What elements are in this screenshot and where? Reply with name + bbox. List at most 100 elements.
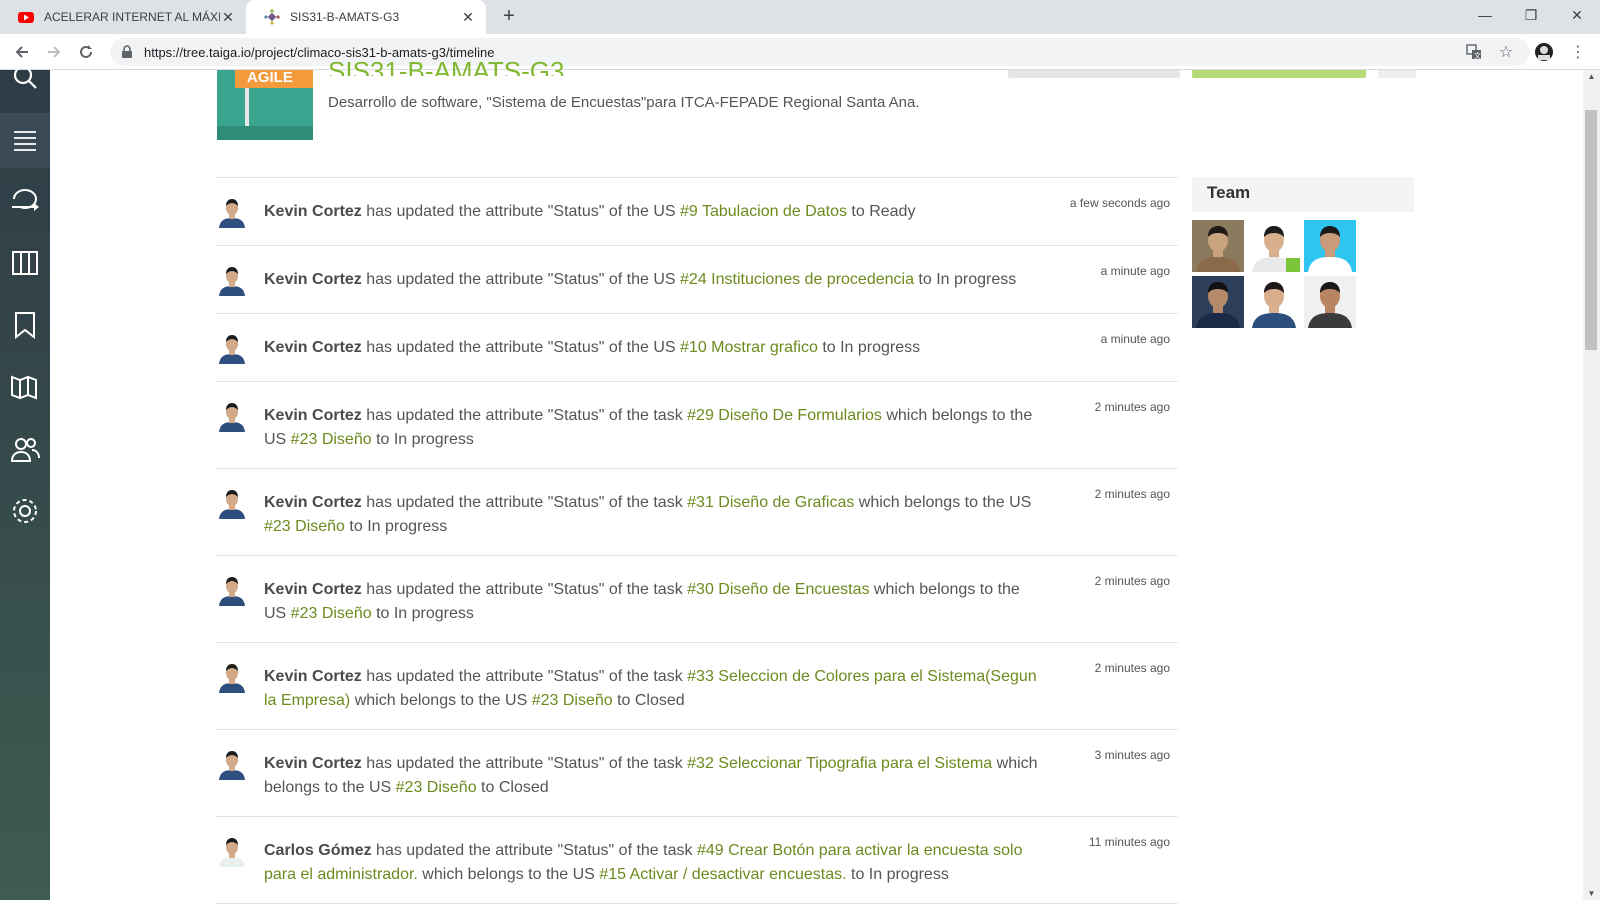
taiga-icon: [264, 9, 280, 25]
timeline-text: Kevin Cortez has updated the attribute "…: [264, 752, 1046, 800]
timeline-text-fragment: has updated the attribute "Status" of th…: [371, 842, 697, 859]
settings-icon[interactable]: [0, 486, 50, 536]
new-tab-button[interactable]: +: [498, 6, 520, 28]
user-avatar[interactable]: [216, 748, 248, 780]
timestamp: 2 minutes ago: [1094, 400, 1170, 414]
user-link[interactable]: Kevin Cortez: [264, 755, 362, 772]
user-link[interactable]: Kevin Cortez: [264, 407, 362, 424]
user-link[interactable]: Kevin Cortez: [264, 203, 362, 220]
project-logo-text: AGILE: [235, 70, 313, 88]
timeline-text-fragment: has updated the attribute "Status" of th…: [361, 494, 688, 511]
translate-icon[interactable]: 文: [1464, 42, 1484, 62]
user-avatar[interactable]: [216, 400, 248, 432]
item-link[interactable]: #32 Seleccionar Tipografia para el Siste…: [687, 755, 992, 772]
user-avatar[interactable]: [216, 332, 248, 364]
menu-icon[interactable]: [0, 113, 50, 168]
timeline-text-fragment: which belongs to the US: [854, 494, 1032, 511]
kanban-icon[interactable]: [0, 238, 50, 288]
item-link[interactable]: #29 Diseño De Formularios: [687, 407, 882, 424]
profile-avatar-icon[interactable]: [1534, 42, 1554, 62]
page-scrollbar[interactable]: ▲ ▼: [1583, 70, 1600, 900]
scroll-down-icon[interactable]: ▼: [1586, 889, 1597, 898]
user-avatar[interactable]: [216, 264, 248, 296]
timeline-text-fragment: has updated the attribute "Status" of th…: [361, 581, 688, 598]
item-link[interactable]: #23 Diseño: [396, 779, 477, 796]
user-avatar[interactable]: [216, 487, 248, 519]
item-link[interactable]: #24 Instituciones de procedencia: [680, 271, 914, 288]
timeline-item: Kevin Cortez has updated the attribute "…: [216, 729, 1178, 816]
restore-icon[interactable]: ❐: [1508, 0, 1554, 30]
item-link[interactable]: #23 Diseño: [264, 518, 345, 535]
team-member-avatar[interactable]: [1248, 220, 1300, 272]
team-member-avatar[interactable]: [1192, 220, 1244, 272]
timeline-text-fragment: to In progress: [344, 518, 448, 535]
taiga-sidebar: [0, 65, 50, 900]
timeline-text-fragment: has updated the attribute "Status" of th…: [361, 755, 688, 772]
timeline-text-fragment: to In progress: [913, 271, 1017, 288]
user-link[interactable]: Kevin Cortez: [264, 271, 362, 288]
team-member-avatar[interactable]: [1192, 276, 1244, 328]
item-link[interactable]: #10 Mostrar grafico: [680, 339, 818, 356]
timeline-text-fragment: to Ready: [846, 203, 916, 220]
team-member-avatar[interactable]: [1304, 220, 1356, 272]
timeline-text-fragment: to Closed: [612, 692, 685, 709]
timeline-list: Kevin Cortez has updated the attribute "…: [216, 177, 1178, 904]
minimize-icon[interactable]: —: [1462, 0, 1508, 30]
timeline-text: Kevin Cortez has updated the attribute "…: [264, 665, 1046, 713]
timeline-text-fragment: has updated the attribute "Status" of th…: [361, 271, 681, 288]
browser-menu-icon[interactable]: ⋮: [1568, 42, 1588, 62]
scroll-thumb[interactable]: [1585, 110, 1597, 350]
item-link[interactable]: #9 Tabulacion de Datos: [680, 203, 847, 220]
user-link[interactable]: Kevin Cortez: [264, 339, 362, 356]
item-link[interactable]: #15 Activar / desactivar encuestas.: [599, 866, 846, 883]
browser-tab-youtube[interactable]: ACELERAR INTERNET AL MÁXIMO ✕: [0, 0, 246, 34]
close-tab-icon[interactable]: ✕: [460, 9, 476, 25]
timestamp: a few seconds ago: [1069, 196, 1170, 210]
user-link[interactable]: Carlos Gómez: [264, 842, 372, 859]
timeline-text-fragment: to In progress: [817, 339, 921, 356]
timeline-item: Kevin Cortez has updated the attribute "…: [216, 245, 1178, 313]
timeline-text-fragment: has updated the attribute "Status" of th…: [361, 203, 681, 220]
browser-tab-taiga[interactable]: SIS31-B-AMATS-G3 ✕: [246, 0, 486, 34]
timeline-text-fragment: to Closed: [476, 779, 549, 796]
item-link[interactable]: #30 Diseño de Encuestas: [687, 581, 869, 598]
search-icon[interactable]: [0, 52, 50, 102]
like-button[interactable]: [1192, 70, 1366, 78]
address-bar[interactable]: https://tree.taiga.io/project/climaco-si…: [110, 38, 1530, 66]
bookmark-icon[interactable]: [0, 300, 50, 350]
item-link[interactable]: #23 Diseño: [291, 605, 372, 622]
user-avatar[interactable]: [216, 574, 248, 606]
project-logo: AGILE: [217, 70, 313, 140]
more-button[interactable]: [1378, 70, 1416, 78]
timeline-item: Kevin Cortez has updated the attribute "…: [216, 381, 1178, 468]
scroll-up-icon[interactable]: ▲: [1586, 72, 1597, 81]
timeline-text-fragment: has updated the attribute "Status" of th…: [361, 339, 681, 356]
reload-icon[interactable]: [74, 40, 98, 64]
timeline-text: Kevin Cortez has updated the attribute "…: [264, 336, 1046, 360]
user-avatar[interactable]: [216, 835, 248, 867]
user-avatar[interactable]: [216, 196, 248, 228]
item-link[interactable]: #23 Diseño: [532, 692, 613, 709]
team-member-avatar[interactable]: [1248, 276, 1300, 328]
timeline-item: Carlos Gómez has updated the attribute "…: [216, 816, 1178, 904]
timeline-icon[interactable]: [0, 176, 50, 226]
user-link[interactable]: Kevin Cortez: [264, 494, 362, 511]
team-icon[interactable]: [0, 424, 50, 474]
timestamp: 3 minutes ago: [1094, 748, 1170, 762]
user-avatar[interactable]: [216, 661, 248, 693]
wiki-icon[interactable]: [0, 362, 50, 412]
item-link[interactable]: #31 Diseño de Graficas: [687, 494, 854, 511]
item-link[interactable]: #23 Diseño: [291, 431, 372, 448]
user-link[interactable]: Kevin Cortez: [264, 581, 362, 598]
user-link[interactable]: Kevin Cortez: [264, 668, 362, 685]
close-window-icon[interactable]: ✕: [1554, 0, 1600, 30]
watch-button[interactable]: [1008, 70, 1180, 78]
tab-title: ACELERAR INTERNET AL MÁXIMO: [44, 10, 220, 24]
bookmark-star-icon[interactable]: ☆: [1496, 42, 1516, 62]
timeline-text: Kevin Cortez has updated the attribute "…: [264, 404, 1046, 452]
team-member-avatar[interactable]: [1304, 276, 1356, 328]
browser-tab-bar: ACELERAR INTERNET AL MÁXIMO ✕ SIS31-B-AM…: [0, 0, 1600, 34]
timeline-text-fragment: has updated the attribute "Status" of th…: [361, 668, 688, 685]
close-tab-icon[interactable]: ✕: [220, 9, 236, 25]
timestamp: 11 minutes ago: [1088, 835, 1170, 849]
